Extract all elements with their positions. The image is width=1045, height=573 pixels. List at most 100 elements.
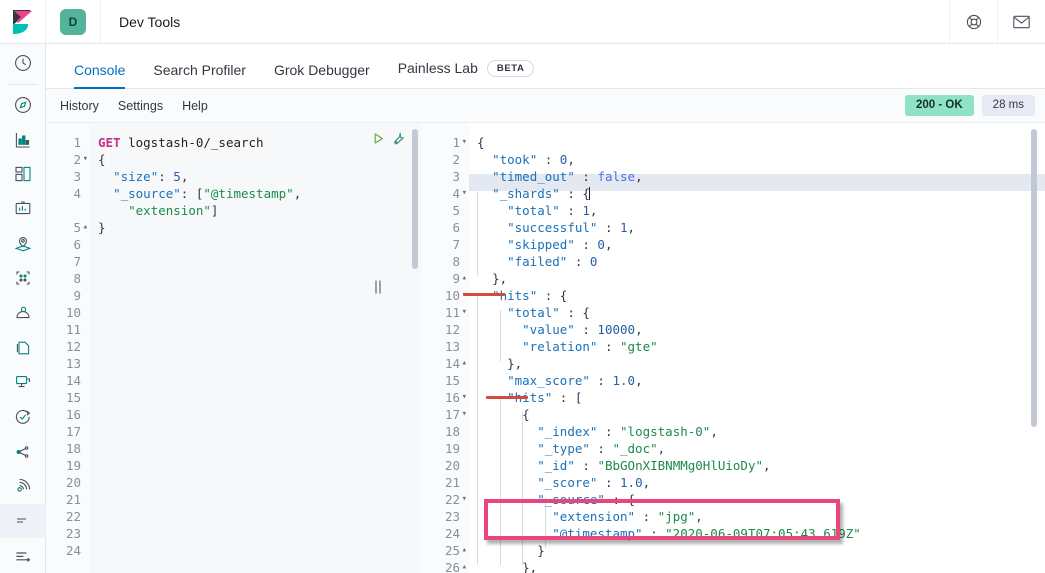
fold-toggle-icon[interactable]: ▴ [462, 270, 467, 287]
code-line: "max_score" : 1.0, [477, 372, 1045, 389]
wrench-icon[interactable] [392, 132, 405, 145]
sidebar-item-collapse-nav[interactable] [0, 538, 46, 573]
line-number: 6 [73, 237, 81, 252]
fold-toggle-icon[interactable]: ▾ [462, 134, 467, 151]
fold-toggle-icon[interactable]: ▾ [462, 491, 467, 508]
code-token-punct: : [559, 203, 583, 218]
code-token-punct: , [604, 237, 613, 252]
fold-toggle-icon[interactable]: ▾ [462, 185, 467, 202]
tab-painless-lab[interactable]: Painless Lab BETA [384, 59, 549, 88]
response-scrollbar[interactable] [1031, 129, 1037, 427]
maps-icon [14, 235, 32, 253]
code-token-key: "_source" [113, 186, 181, 201]
code-line: "_index" : "logstash-0", [477, 423, 1045, 440]
fold-toggle-icon[interactable]: ▴ [462, 355, 467, 372]
code-token-punct: : [559, 186, 583, 201]
fold-toggle-icon[interactable]: ▾ [462, 406, 467, 423]
code-token-punct: , [567, 152, 575, 167]
sidebar-item-canvas[interactable] [0, 192, 46, 227]
tab-console[interactable]: Console [60, 63, 139, 89]
code-token-num: 1.0 [612, 373, 636, 388]
play-icon[interactable] [372, 132, 385, 145]
code-token-method: GET [98, 135, 121, 150]
code-token-punct: : [597, 220, 620, 235]
code-token-punct: , [627, 220, 636, 235]
sidebar-item-infrastructure[interactable] [0, 296, 46, 331]
code-token-punct: : [597, 475, 621, 490]
line-number: 21 [65, 492, 81, 507]
code-token-punct: : [597, 424, 621, 439]
sidebar-item-metrics[interactable] [0, 365, 46, 400]
sidebar-item-dashboard[interactable] [0, 157, 46, 192]
code-line: "relation" : "gte" [477, 338, 1045, 355]
request-editor-pane[interactable]: 1 2 ▾ 3 4 5 ▴ 6 7 8 9 10 11 12 13 14 15 16 17 18 19 20 21 22 23 2… [46, 123, 421, 573]
code-token-punct: , [589, 203, 598, 218]
splitter-drag-handle[interactable] [375, 280, 381, 293]
sidebar-item-machine-learning[interactable] [0, 261, 46, 296]
line-number: 9 [73, 288, 81, 303]
fold-toggle-icon[interactable]: ▴ [462, 542, 467, 559]
tab-search-profiler[interactable]: Search Profiler [139, 63, 260, 88]
fold-toggle-icon[interactable]: ▾ [462, 304, 467, 321]
request-code[interactable]: GET logstash-0/_search { "size": 5, "_sou… [90, 123, 421, 573]
fold-toggle-icon[interactable]: ▴ [462, 559, 467, 573]
line-number: 13 [65, 356, 81, 371]
fold-toggle-icon[interactable]: ▾ [462, 389, 467, 406]
line-number: 24 [444, 526, 460, 541]
line-number: 17 [65, 424, 81, 439]
code-token-str: "logstash-0" [620, 424, 711, 439]
sidebar-item-siem[interactable] [0, 469, 46, 504]
history-button[interactable]: History [60, 99, 99, 113]
code-line: "successful" : 1, [477, 219, 1045, 236]
code-token-key: "_shards" [492, 186, 560, 201]
code-line: }, [477, 270, 1045, 287]
fold-toggle-icon[interactable]: ▴ [83, 219, 88, 236]
sidebar-item-recently-viewed[interactable] [0, 46, 46, 81]
code-token-punct: : [537, 288, 560, 303]
sidebar-item-maps[interactable] [0, 226, 46, 261]
line-number: 17 ▾ [444, 407, 467, 422]
code-token-punct: : [574, 322, 598, 337]
line-number: 18 [444, 424, 460, 439]
help-button-console[interactable]: Help [182, 99, 208, 113]
code-token-punct: { [477, 135, 485, 150]
sidebar-item-discover[interactable] [0, 88, 46, 123]
line-number: 22 [65, 509, 81, 524]
sidebar-item-logs[interactable] [0, 330, 46, 365]
header-spacer [198, 0, 949, 43]
code-line: "timed_out" : false, [477, 168, 1045, 185]
app-header: D Dev Tools [0, 0, 1045, 44]
sidebar-item-dev-tools[interactable] [0, 503, 46, 539]
line-number: 19 [65, 458, 81, 473]
code-token-punct: }, [492, 271, 508, 286]
metrics-icon [14, 373, 32, 391]
code-token-key: "timed_out" [492, 169, 575, 184]
code-line: "extension"] [98, 202, 421, 219]
response-gutter: 1▾234▾56789▴10▾11▾121314▴1516▾17▾1819202… [421, 123, 469, 573]
help-button[interactable] [949, 0, 997, 43]
code-token-punct: { [559, 288, 568, 303]
fold-toggle-icon[interactable]: ▾ [83, 151, 88, 168]
sidebar-item-uptime[interactable] [0, 400, 46, 435]
request-editor[interactable]: 1 2 ▾ 3 4 5 ▴ 6 7 8 9 10 11 12 13 14 15 16 17 18 19 20 21 22 23 2… [46, 123, 421, 573]
code-line: { [477, 134, 1045, 151]
dev-tools-icon [14, 516, 32, 526]
notifications-button[interactable] [997, 0, 1045, 43]
tab-grok-debugger[interactable]: Grok Debugger [260, 63, 384, 88]
code-token-punct: : [589, 441, 613, 456]
tab-label: Search Profiler [153, 62, 246, 78]
infrastructure-icon [14, 304, 32, 322]
sidebar-item-apm[interactable] [0, 434, 46, 469]
code-line: { [477, 406, 1045, 423]
kibana-logo-button[interactable] [0, 0, 46, 43]
request-scrollbar[interactable] [412, 129, 418, 269]
line-number: 20 [444, 458, 460, 473]
text-cursor [588, 187, 590, 200]
sidebar-item-visualize[interactable] [0, 122, 46, 157]
line-number: 12 [65, 339, 81, 354]
settings-button[interactable]: Settings [118, 99, 163, 113]
